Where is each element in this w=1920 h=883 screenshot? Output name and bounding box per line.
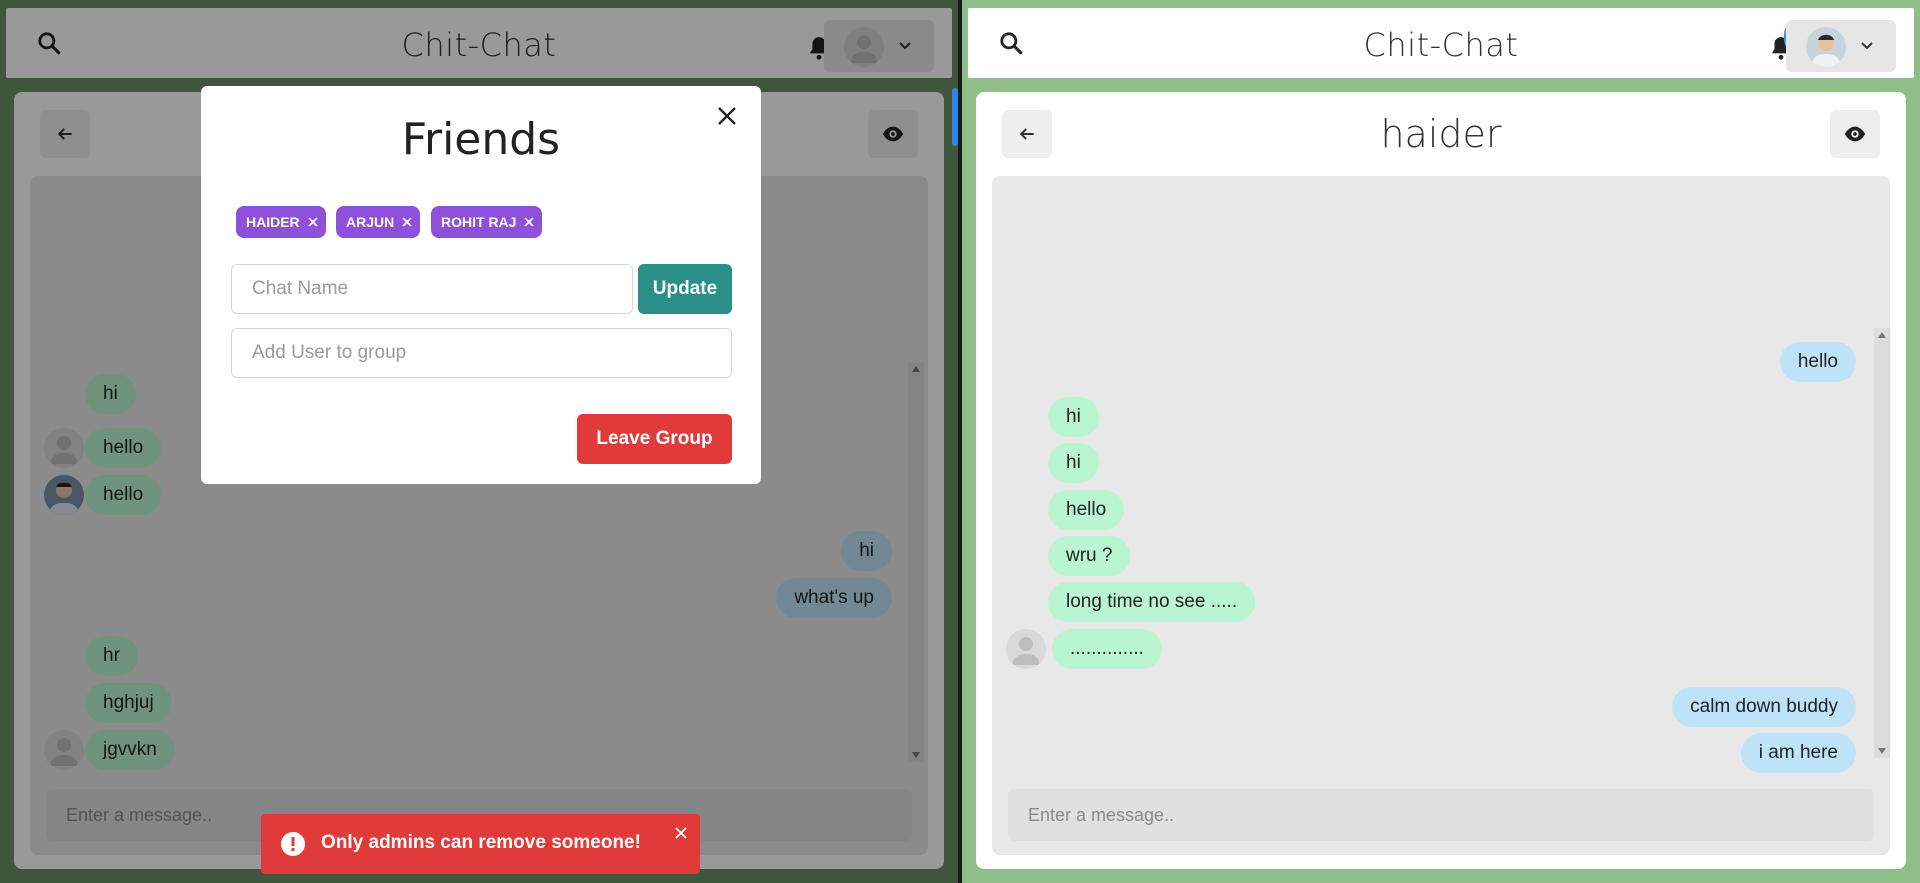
user-chip: ROHIT RAJ (431, 206, 543, 238)
message-input[interactable]: Enter a message.. (1008, 789, 1874, 841)
group-settings-modal: Friends HAIDER ARJUN ROHIT RAJ Chat Name… (201, 86, 761, 484)
message-bubble: wru ? (1048, 536, 1131, 576)
message-bubble: i am here (1740, 733, 1856, 773)
chip-label: HAIDER (246, 214, 300, 230)
close-icon[interactable] (524, 217, 535, 227)
chat-name-input[interactable]: Chat Name (231, 264, 633, 314)
message-bubble: hi (1048, 443, 1099, 483)
messages-area: hello hi hi hello wru ? long time no see… (992, 176, 1890, 855)
chat-title: haider (1380, 112, 1502, 156)
message-bubble: hello (1048, 490, 1125, 530)
chat-box: haider hello hi hi hello wru ? long time… (976, 92, 1906, 869)
update-button[interactable]: Update (638, 264, 732, 314)
chip-label: ARJUN (346, 214, 395, 230)
close-icon[interactable] (402, 217, 412, 227)
message-bubble: long time no see ..... (1048, 582, 1256, 622)
view-details-button[interactable] (1830, 110, 1880, 158)
close-icon[interactable] (308, 217, 318, 227)
chevron-down-icon (1861, 42, 1873, 50)
modal-title: Friends (401, 114, 561, 165)
left-browser-pane: Chit-Chat hi hello hello hi what's up hr… (0, 0, 958, 883)
message-bubble: hi (1048, 397, 1099, 437)
message-bubble: hello (1779, 342, 1856, 382)
alert-icon (281, 832, 305, 856)
close-icon[interactable] (674, 826, 688, 840)
message-bubble: calm down buddy (1672, 687, 1856, 727)
close-icon[interactable] (715, 104, 739, 128)
app-header: Chit-Chat 3 (968, 8, 1914, 78)
scroll-up-arrow[interactable] (1878, 332, 1886, 338)
scroll-down-arrow[interactable] (1878, 748, 1886, 754)
user-avatar-icon (1806, 27, 1846, 67)
add-user-input[interactable]: Add User to group (231, 328, 732, 378)
message-bubble: .............. (1052, 629, 1162, 669)
user-chip: HAIDER (236, 206, 326, 238)
eye-icon (1844, 126, 1866, 142)
messages-scrollbar[interactable] (1874, 328, 1890, 758)
sender-avatar (1006, 629, 1046, 669)
user-chip: ARJUN (336, 206, 421, 238)
right-browser-pane: Chit-Chat 3 haider (962, 0, 1920, 883)
error-toast: Only admins can remove someone! (261, 814, 700, 874)
toast-message: Only admins can remove someone! (321, 832, 641, 853)
user-menu-button[interactable] (1786, 20, 1896, 72)
leave-group-button[interactable]: Leave Group (577, 414, 732, 464)
chip-label: ROHIT RAJ (441, 214, 517, 230)
